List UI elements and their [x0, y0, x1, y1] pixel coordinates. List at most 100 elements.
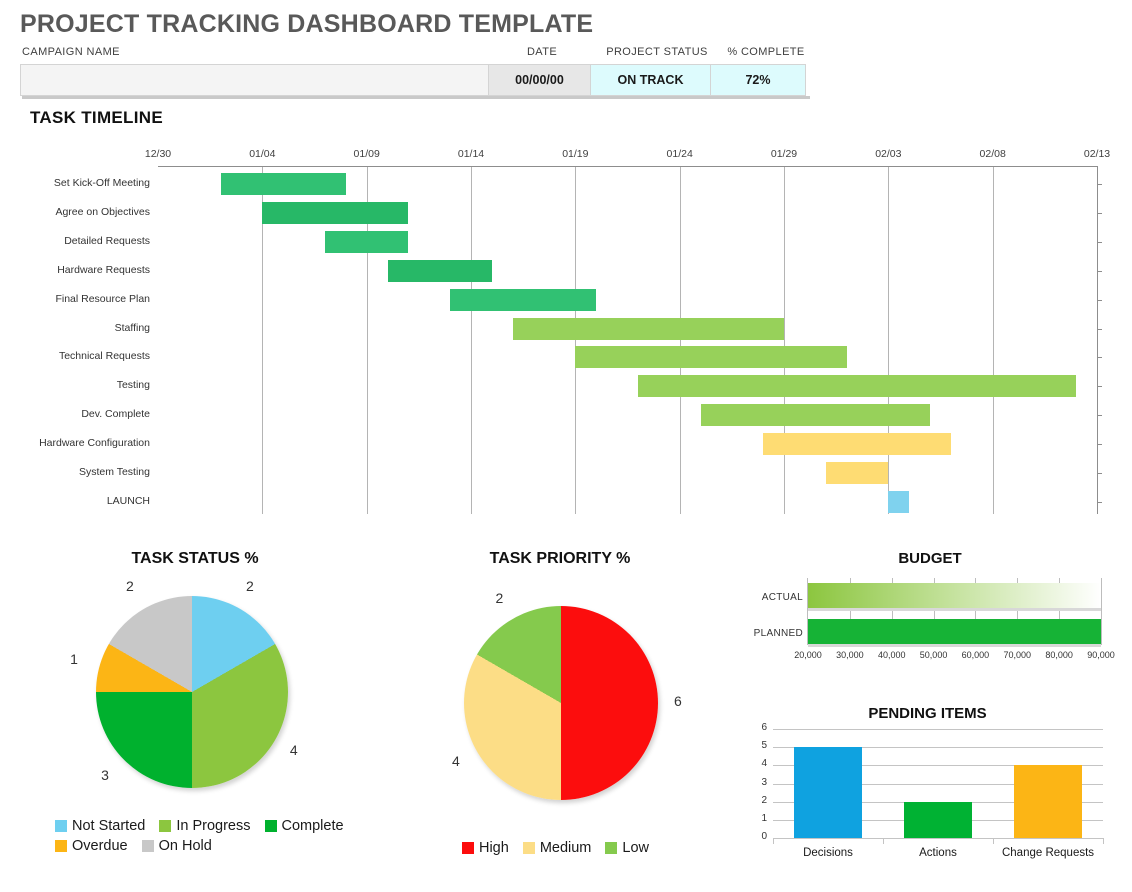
pending-y-tick: 4 [761, 758, 767, 770]
budget-bar-shadow [808, 608, 1101, 611]
legend-label: Low [622, 840, 649, 856]
budget-title: BUDGET [898, 550, 962, 567]
budget-row-label: PLANNED [753, 628, 803, 639]
budget-axis-tick: 20,000 [794, 650, 822, 660]
legend-label: Overdue [72, 838, 128, 854]
gantt-bar [825, 462, 889, 484]
pending-bar [1013, 765, 1083, 838]
task-status-value-label: 3 [101, 766, 109, 783]
task-status-value-label: 1 [70, 650, 78, 667]
legend-label: In Progress [176, 818, 251, 834]
pending-axis-tick [883, 838, 884, 844]
legend-item: High [461, 840, 509, 856]
task-timeline-title: TASK TIMELINE [30, 108, 163, 127]
legend-label: High [478, 840, 509, 856]
gantt-gridline [679, 167, 681, 514]
budget-axis-tick: 30,000 [836, 650, 864, 660]
gantt-axis-tick: 01/19 [562, 148, 589, 160]
pending-bar [793, 747, 863, 838]
percent-complete-label: % COMPLETE [727, 46, 805, 58]
pending-y-tick: 5 [761, 740, 767, 752]
gantt-row-tick [1097, 386, 1102, 388]
task-status-circle [96, 596, 288, 788]
gantt-gridline [575, 167, 577, 514]
task-status-value-label: 2 [126, 578, 134, 595]
date-label: DATE [526, 46, 558, 58]
pending-gridline [773, 838, 1103, 839]
campaign-name-input[interactable] [20, 64, 488, 96]
legend-label: Medium [539, 840, 592, 856]
gantt-row-tick [1097, 415, 1102, 417]
task-priority-circle [464, 606, 658, 800]
gantt-task-label: LAUNCH [106, 494, 150, 507]
gantt-axis-tick: 02/08 [979, 148, 1006, 160]
gantt-task-label: Technical Requests [58, 350, 150, 363]
pending-axis-tick [773, 838, 774, 844]
gantt-bar [700, 404, 931, 427]
pending-items-chart: 0 1 2 3 4 5 6 Decisions Actions Change Requests [745, 722, 1117, 875]
budget-axis-tick: 60,000 [961, 650, 990, 660]
legend-label: Complete [281, 818, 344, 834]
pending-y-tick: 3 [761, 776, 767, 788]
gantt-task-label: Staffing [114, 321, 150, 334]
gantt-axis-tick: 02/13 [1083, 148, 1111, 160]
gantt-axis-tick: 01/09 [353, 148, 380, 160]
pending-y-tick: 6 [761, 722, 767, 733]
gantt-row-tick [1097, 241, 1102, 243]
task-priority-title: TASK PRIORITY % [489, 550, 631, 567]
budget-axis-tick: 70,000 [1003, 650, 1032, 660]
gantt-row-tick [1097, 184, 1102, 185]
pending-x-label: Change Requests [1001, 847, 1095, 859]
budget-axis-tick: 80,000 [1045, 650, 1073, 660]
legend-swatch-icon [522, 842, 535, 854]
gantt-task-label: Detailed Requests [64, 234, 150, 247]
gantt-bar [387, 259, 492, 282]
gantt-bar [262, 201, 409, 224]
gantt-row-tick [1097, 501, 1102, 503]
legend-item: In Progress [159, 818, 251, 834]
gantt-bar [324, 230, 409, 253]
gantt-row-tick [1097, 328, 1102, 330]
legend-item: Medium [522, 840, 592, 856]
gantt-axis-line [158, 166, 1097, 167]
pending-x-label: Actions [919, 847, 957, 859]
legend-item: Not Started [55, 818, 145, 834]
gantt-row-tick [1097, 473, 1102, 474]
gantt-task-label: System Testing [78, 466, 150, 478]
header-value-row: 00/00/00 ON TRACK 72% [20, 64, 806, 96]
gantt-axis-tick: 12/30 [144, 148, 172, 160]
gantt-row-tick [1097, 299, 1102, 301]
gantt-gridline [888, 167, 890, 514]
gantt-bar [575, 346, 847, 369]
budget-chart: ACTUAL PLANNED 20,000 30,000 40,000 50,000 60,… [745, 572, 1115, 682]
task-priority-value-label: 4 [451, 752, 460, 769]
legend-item: On Hold [141, 838, 212, 854]
date-field[interactable]: 00/00/00 [488, 64, 590, 96]
budget-axis-tick: 40,000 [877, 650, 906, 660]
project-status-badge[interactable]: ON TRACK [590, 64, 710, 96]
legend-swatch-icon [55, 840, 67, 852]
legend-label: On Hold [158, 838, 212, 854]
dashboard-page: PROJECT TRACKING DASHBOARD TEMPLATE CAMP… [0, 0, 1132, 892]
pending-bar [903, 801, 973, 838]
budget-bar-actual [808, 583, 1101, 608]
gantt-bar [888, 490, 910, 513]
gantt-bar [763, 433, 951, 456]
gantt-row-tick [1097, 270, 1102, 272]
legend-item: Low [605, 840, 649, 856]
gantt-bar [512, 317, 784, 340]
gantt-gridline [992, 167, 994, 514]
legend-item: Overdue [55, 838, 128, 854]
legend-swatch-icon [605, 842, 618, 854]
percent-complete-value[interactable]: 72% [710, 64, 806, 96]
budget-bar-shadow [808, 644, 1101, 647]
budget-bar-planned [808, 619, 1101, 644]
project-status-label: PROJECT STATUS [606, 46, 708, 58]
gantt-gridline [471, 167, 472, 514]
gantt-bar [220, 173, 346, 195]
pending-x-label: Decisions [803, 847, 853, 859]
page-title: PROJECT TRACKING DASHBOARD TEMPLATE [20, 10, 594, 38]
pending-y-tick: 2 [761, 794, 767, 806]
gantt-task-label: Hardware Requests [57, 263, 150, 276]
budget-row-label: ACTUAL [761, 592, 803, 603]
